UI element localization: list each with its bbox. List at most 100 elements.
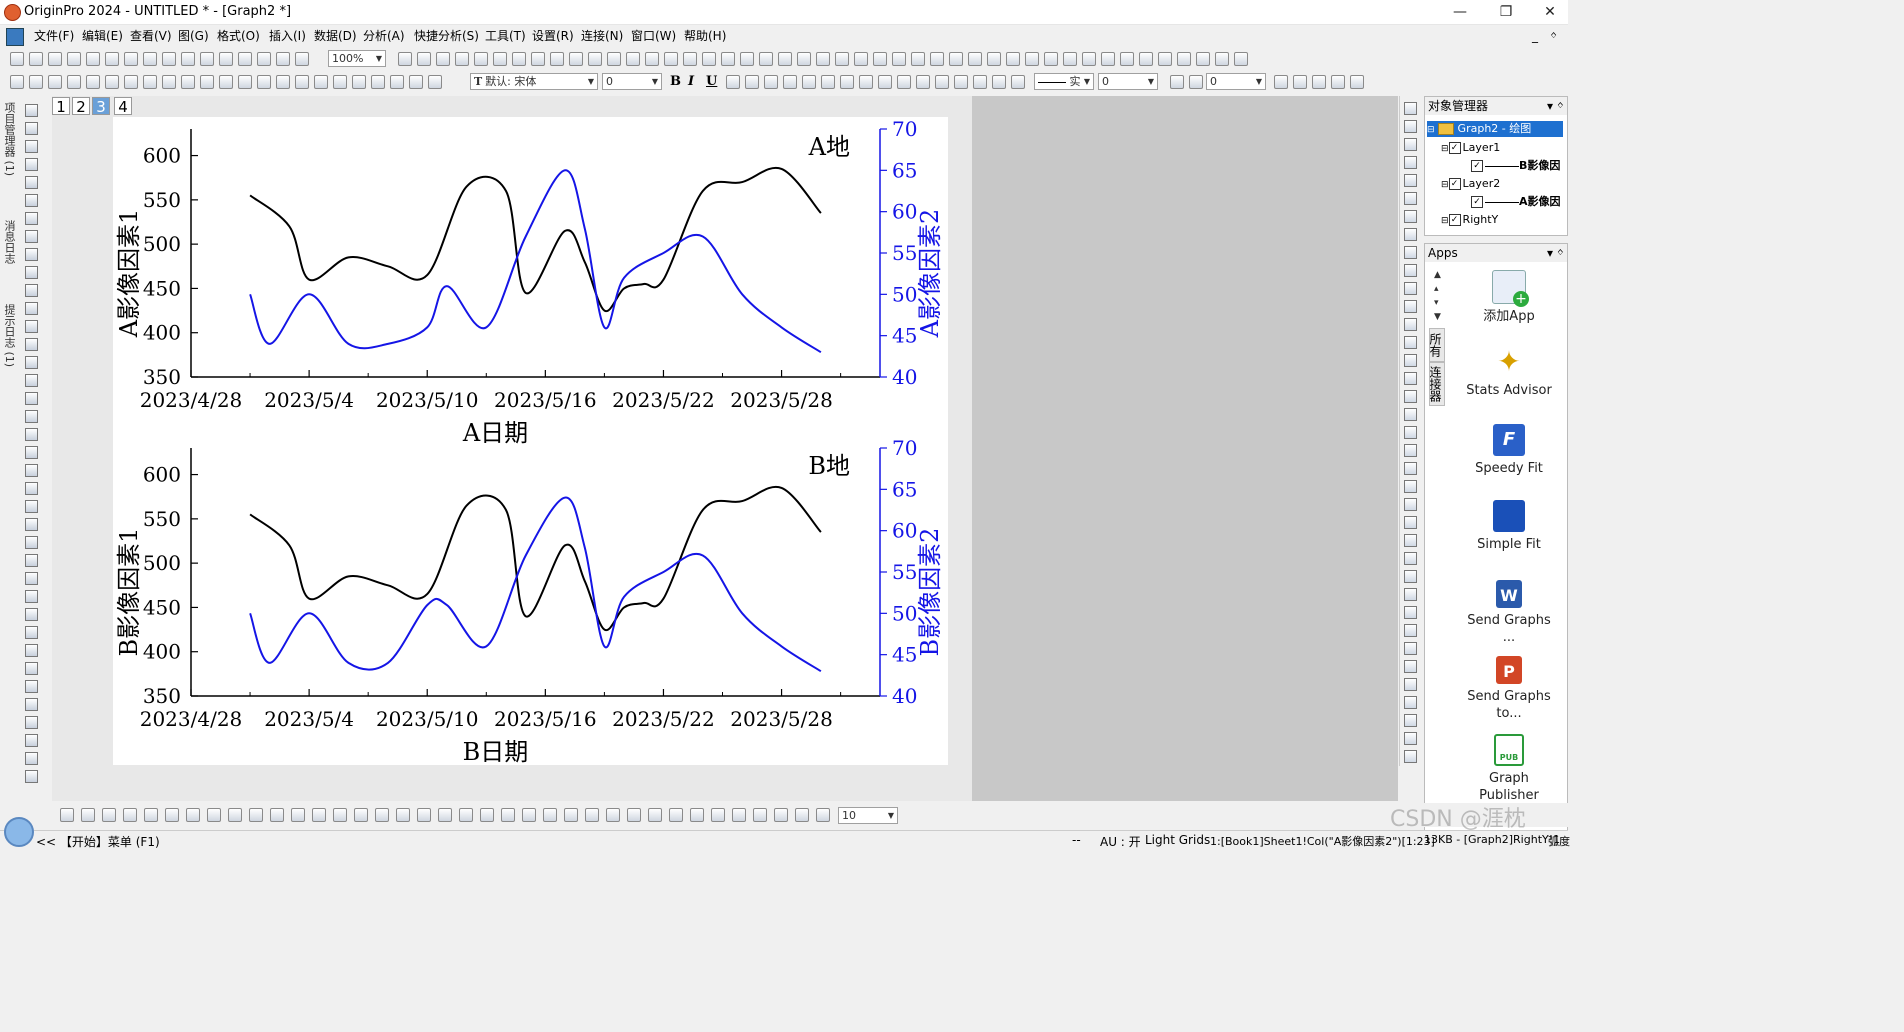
standard-tool-icon-19[interactable] — [455, 52, 469, 66]
draw-tool-icon-11[interactable] — [291, 808, 305, 822]
draw-tool-icon-10[interactable] — [270, 808, 284, 822]
format-tool-icon-6[interactable] — [124, 75, 138, 89]
tool-icon-350[interactable] — [25, 446, 38, 459]
menu-item-12[interactable]: 窗口(W) — [627, 26, 680, 46]
tool-icon-548[interactable] — [25, 644, 38, 657]
format-tool-icon-28[interactable] — [821, 75, 835, 89]
standard-tool-icon-59[interactable] — [1215, 52, 1229, 66]
format-tool-icon-29[interactable] — [840, 75, 854, 89]
right-tool-icon-60[interactable] — [1404, 156, 1417, 169]
standard-tool-icon-1[interactable] — [29, 52, 43, 66]
right-tool-icon-150[interactable] — [1404, 246, 1417, 259]
draw-tool-icon-0[interactable] — [60, 808, 74, 822]
standard-tool-icon-39[interactable] — [835, 52, 849, 66]
tree-root-graph2[interactable]: ⊟ Graph2 - 绘图 — [1427, 121, 1563, 137]
right-tool-icon-492[interactable] — [1404, 588, 1417, 601]
format-tool-icon-44[interactable] — [1331, 75, 1345, 89]
draw-tool-icon-27[interactable] — [627, 808, 641, 822]
standard-tool-icon-36[interactable] — [778, 52, 792, 66]
draw-tool-icon-36[interactable] — [816, 808, 830, 822]
standard-tool-icon-52[interactable] — [1082, 52, 1096, 66]
format-tool-icon-16[interactable] — [314, 75, 328, 89]
right-tool-icon-384[interactable] — [1404, 480, 1417, 493]
right-tool-icon-6[interactable] — [1404, 102, 1417, 115]
tool-icon-530[interactable] — [25, 626, 38, 639]
apps-tab-all[interactable]: 所有 — [1428, 328, 1445, 362]
standard-tool-icon-49[interactable] — [1025, 52, 1039, 66]
tool-icon-404[interactable] — [25, 500, 38, 513]
collapse-icon[interactable]: ⊟ — [1441, 180, 1449, 190]
standard-tool-icon-10[interactable] — [200, 52, 214, 66]
draw-tool-icon-7[interactable] — [207, 808, 221, 822]
format-tool-icon-9[interactable] — [181, 75, 195, 89]
right-tool-icon-132[interactable] — [1404, 228, 1417, 241]
format-tool-icon-22[interactable] — [428, 75, 442, 89]
format-tool-icon-3[interactable] — [67, 75, 81, 89]
standard-tool-icon-51[interactable] — [1063, 52, 1077, 66]
tree-item-layer2-plot[interactable]: ✓ A影像因 — [1471, 194, 1561, 210]
right-tool-icon-276[interactable] — [1404, 372, 1417, 385]
tool-icon-224[interactable] — [25, 320, 38, 333]
right-tool-icon-24[interactable] — [1404, 120, 1417, 133]
bottom-size-combo[interactable]: 10 ▼ — [838, 807, 898, 824]
standard-tool-icon-43[interactable] — [911, 52, 925, 66]
right-tool-icon-636[interactable] — [1404, 732, 1417, 745]
format-tool-icon-37[interactable] — [992, 75, 1006, 89]
checkbox-icon[interactable]: ✓ — [1448, 142, 1461, 154]
mdi-minimize-button[interactable]: _ — [1528, 26, 1542, 46]
italic-button[interactable]: I — [688, 74, 694, 89]
panel-pin-icon[interactable]: ᛜ — [1557, 244, 1564, 262]
format-tool-icon-8[interactable] — [162, 75, 176, 89]
format-tool-icon-21[interactable] — [409, 75, 423, 89]
right-tool-icon-114[interactable] — [1404, 210, 1417, 223]
menu-item-9[interactable]: 工具(T) — [481, 26, 530, 46]
standard-tool-icon-54[interactable] — [1120, 52, 1134, 66]
tool-icon-512[interactable] — [25, 608, 38, 621]
app-speedy-fit[interactable]: F Speedy Fit — [1449, 424, 1569, 477]
tool-icon-314[interactable] — [25, 410, 38, 423]
tool-icon-260[interactable] — [25, 356, 38, 369]
standard-tool-icon-14[interactable] — [276, 52, 290, 66]
standard-tool-icon-30[interactable] — [664, 52, 678, 66]
tool-icon-170[interactable] — [25, 266, 38, 279]
standard-tool-icon-15[interactable] — [295, 52, 309, 66]
tool-icon-638[interactable] — [25, 734, 38, 747]
draw-tool-icon-22[interactable] — [522, 808, 536, 822]
right-tool-icon-474[interactable] — [1404, 570, 1417, 583]
right-tool-icon-312[interactable] — [1404, 408, 1417, 421]
status-au[interactable]: AU : 开 — [1100, 833, 1141, 850]
standard-tool-icon-58[interactable] — [1196, 52, 1210, 66]
format-tool-icon-24[interactable] — [745, 75, 759, 89]
right-tool-icon-456[interactable] — [1404, 552, 1417, 565]
standard-tool-icon-48[interactable] — [1006, 52, 1020, 66]
tool-icon-494[interactable] — [25, 590, 38, 603]
app-stats-advisor[interactable]: ✦ Stats Advisor — [1449, 346, 1569, 399]
tool-icon-368[interactable] — [25, 464, 38, 477]
apps-tab-connectors[interactable]: 连接器 — [1428, 362, 1445, 406]
tool-icon-422[interactable] — [25, 518, 38, 531]
format-tool-icon-11[interactable] — [219, 75, 233, 89]
menu-item-8[interactable]: 快捷分析(S) — [410, 26, 483, 46]
format-tool-icon-20[interactable] — [390, 75, 404, 89]
draw-tool-icon-8[interactable] — [228, 808, 242, 822]
tool-icon-62[interactable] — [25, 158, 38, 171]
chart1-series-0-line[interactable] — [249, 485, 822, 632]
close-button[interactable]: ✕ — [1530, 2, 1570, 22]
right-tool-icon-258[interactable] — [1404, 354, 1417, 367]
right-tool-icon-348[interactable] — [1404, 444, 1417, 457]
format-tool-icon-25[interactable] — [764, 75, 778, 89]
right-tool-icon-42[interactable] — [1404, 138, 1417, 151]
tool-icon-440[interactable] — [25, 536, 38, 549]
right-tool-icon-294[interactable] — [1404, 390, 1417, 403]
tool-icon-206[interactable] — [25, 302, 38, 315]
right-tool-icon-654[interactable] — [1404, 750, 1417, 763]
standard-tool-icon-8[interactable] — [162, 52, 176, 66]
format-tool-icon-41[interactable] — [1274, 75, 1288, 89]
format-tool-icon-27[interactable] — [802, 75, 816, 89]
menu-item-6[interactable]: 数据(D) — [310, 26, 361, 46]
draw-tool-icon-14[interactable] — [354, 808, 368, 822]
right-tool-icon-204[interactable] — [1404, 300, 1417, 313]
chart0-series-0-line[interactable] — [249, 166, 822, 313]
format-tool-icon-23[interactable] — [726, 75, 740, 89]
tool-icon-656[interactable] — [25, 752, 38, 765]
